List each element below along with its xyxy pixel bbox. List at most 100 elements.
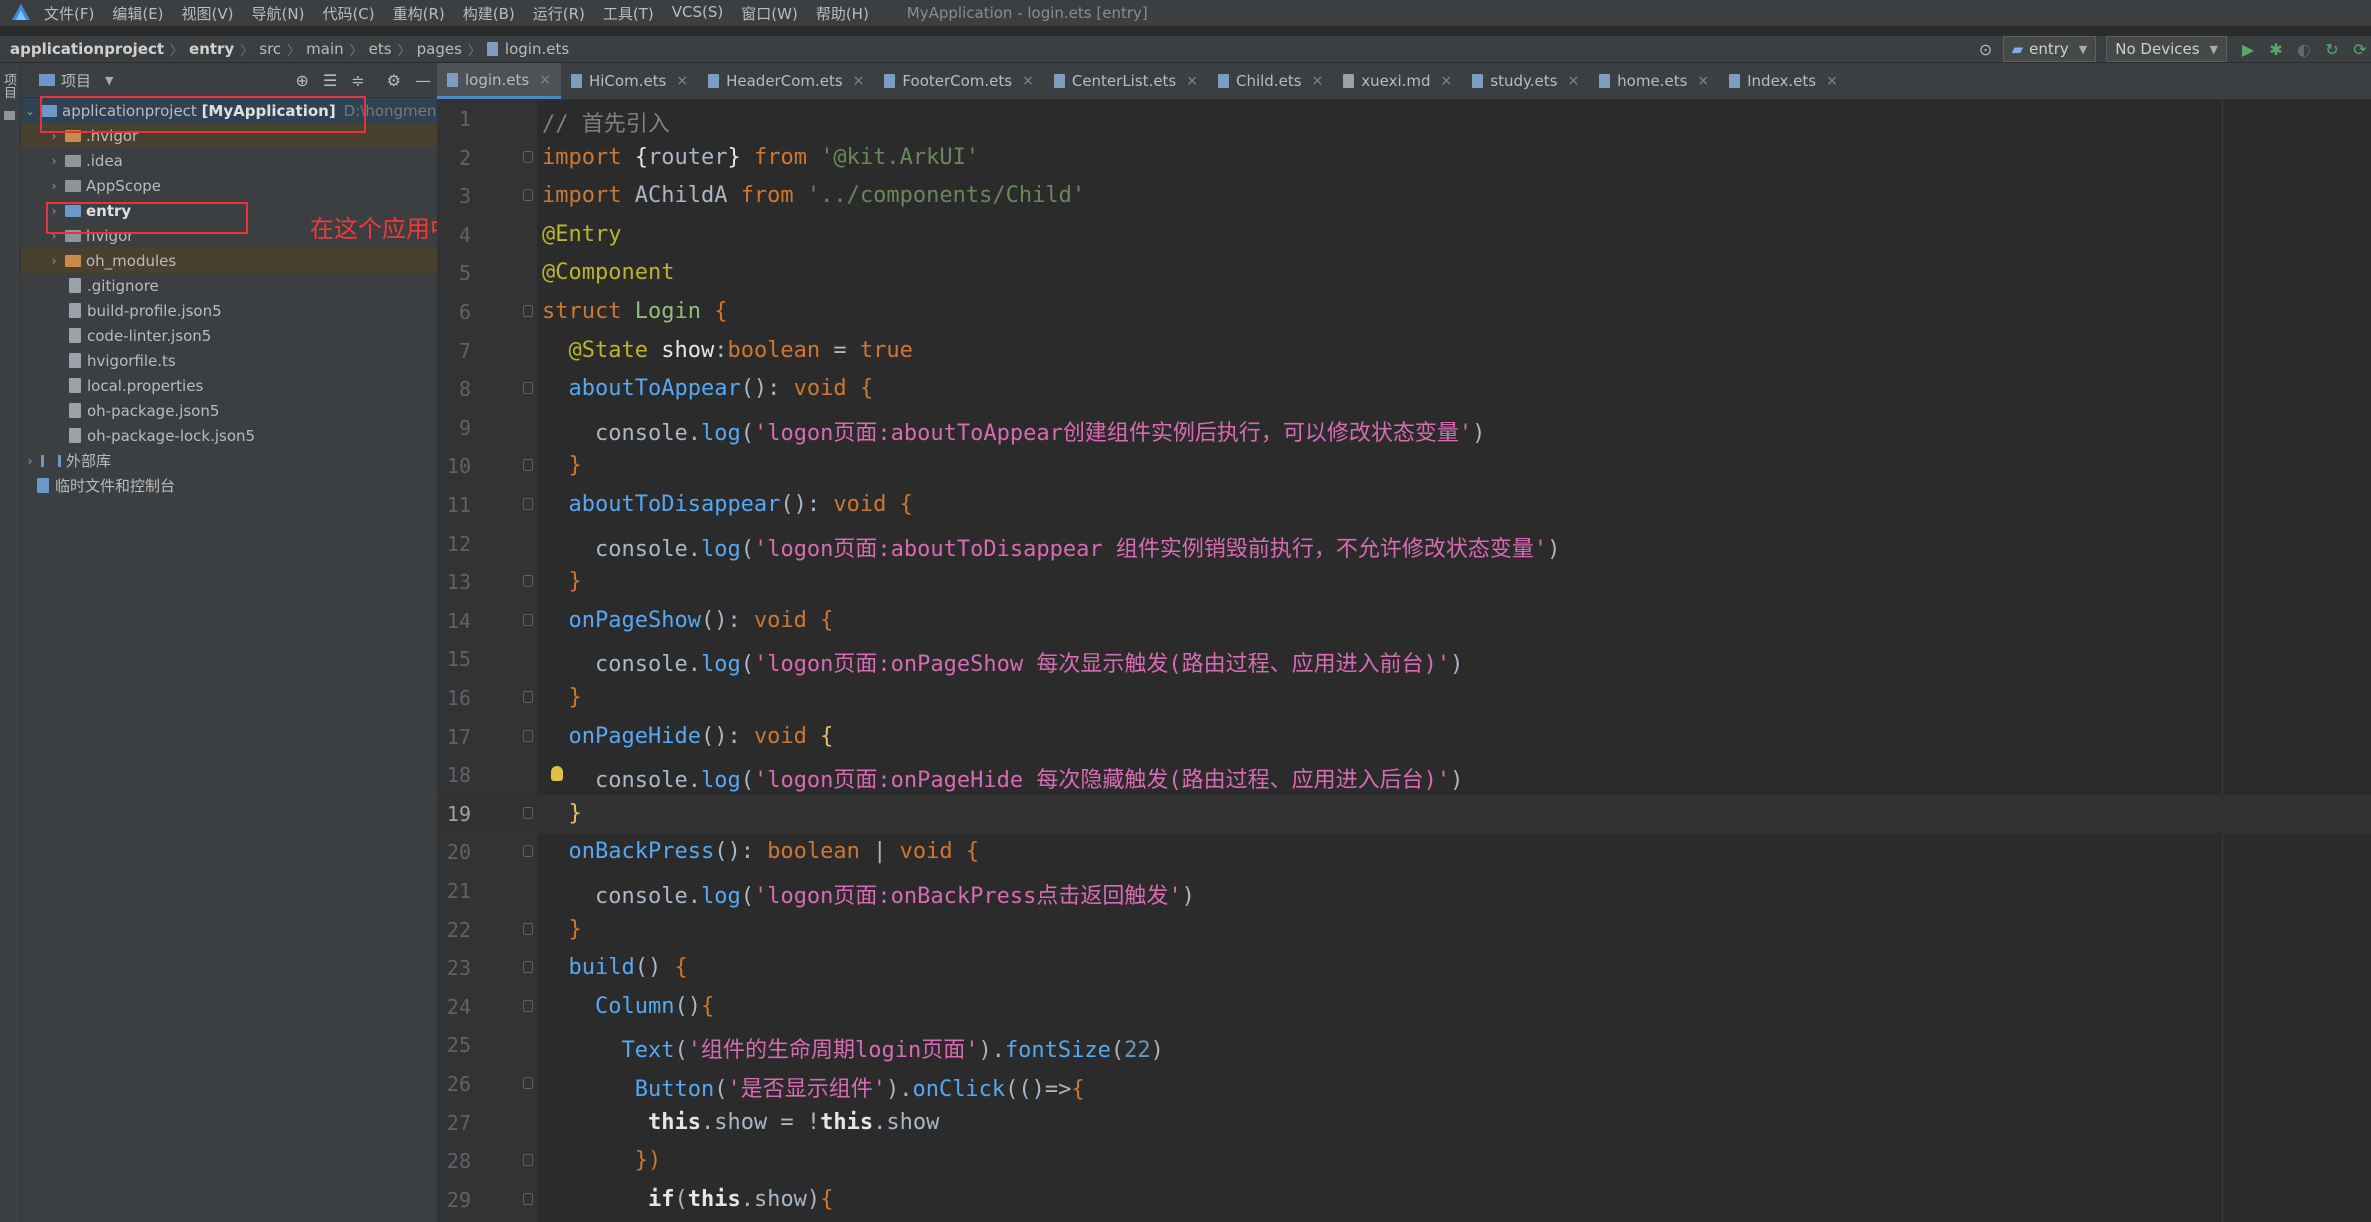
menu-item[interactable]: VCS(S) — [672, 3, 723, 24]
code-line[interactable]: 3 import AChildA from '../components/Chil… — [437, 177, 2371, 216]
tree-item[interactable]: .gitignore — [21, 273, 437, 298]
fold-marker-icon[interactable] — [523, 613, 533, 626]
chevron-down-icon[interactable]: ⌄ — [23, 104, 37, 118]
menu-item[interactable]: 帮助(H) — [816, 3, 869, 24]
fold-marker-icon[interactable] — [523, 806, 533, 819]
project-tool-window-button[interactable]: 项目 — [1, 73, 18, 99]
fold-marker-icon[interactable] — [523, 922, 533, 935]
editor-tab[interactable]: CenterList.ets × — [1044, 63, 1208, 99]
collapse-all-icon[interactable]: ≑ — [351, 71, 364, 90]
code-line[interactable]: 8 aboutToAppear(): void { — [437, 370, 2371, 409]
chevron-right-icon[interactable]: › — [47, 254, 61, 268]
breadcrumb-item[interactable]: ets — [369, 40, 392, 58]
breadcrumb-item[interactable]: src — [259, 40, 281, 58]
gear-icon[interactable]: ⚙ — [387, 71, 401, 90]
code-line[interactable]: 9 console.log('logon页面:aboutToAppear创建组件… — [437, 409, 2371, 448]
profile-icon[interactable]: ◐ — [2293, 38, 2315, 60]
fold-marker-icon[interactable] — [523, 961, 533, 974]
tree-item[interactable]: code-linter.json5 — [21, 323, 437, 348]
fold-marker-icon[interactable] — [523, 845, 533, 858]
menu-item[interactable]: 运行(R) — [533, 3, 585, 24]
tree-item[interactable]: hvigorfile.ts — [21, 348, 437, 373]
editor-tab[interactable]: Index.ets × — [1719, 63, 1848, 99]
reload-icon[interactable]: ↻ — [2321, 38, 2343, 60]
close-icon[interactable]: × — [1312, 73, 1324, 89]
menu-item[interactable]: 文件(F) — [44, 3, 94, 24]
code-line[interactable]: 11 aboutToDisappear(): void { — [437, 486, 2371, 525]
fold-marker-icon[interactable] — [523, 459, 533, 472]
tree-item-external-libraries[interactable]: › 外部库 — [21, 448, 437, 473]
editor-tab[interactable]: FooterCom.ets × — [874, 63, 1043, 99]
code-line[interactable]: 15 console.log('logon页面:onPageShow 每次显示触… — [437, 640, 2371, 679]
editor-tab[interactable]: login.ets × — [437, 63, 561, 99]
menu-item[interactable]: 编辑(E) — [112, 3, 163, 24]
code-line[interactable]: 10 } — [437, 447, 2371, 486]
close-icon[interactable]: × — [1022, 73, 1034, 89]
fold-marker-icon[interactable] — [523, 999, 533, 1012]
close-icon[interactable]: × — [853, 73, 865, 89]
debug-icon[interactable]: ✱ — [2265, 38, 2287, 60]
minimize-icon[interactable]: — — [415, 71, 431, 90]
close-icon[interactable]: × — [1441, 73, 1453, 89]
fold-marker-icon[interactable] — [523, 498, 533, 510]
fold-marker-icon[interactable] — [523, 729, 533, 742]
fold-marker-icon[interactable] — [523, 691, 533, 703]
menu-item[interactable]: 构建(B) — [463, 3, 515, 24]
code-line[interactable]: 14 onPageShow(): void { — [437, 602, 2371, 641]
code-line[interactable]: 29 if(this.show){ — [437, 1181, 2371, 1220]
target-icon[interactable]: ⊙ — [1975, 38, 1997, 60]
close-icon[interactable]: × — [539, 72, 551, 88]
code-line[interactable]: 16 } — [437, 679, 2371, 718]
run-icon[interactable]: ▶ — [2237, 38, 2259, 60]
code-line[interactable]: 21 console.log('logon页面:onBackPress点击返回触… — [437, 872, 2371, 911]
chevron-right-icon[interactable]: › — [23, 454, 37, 468]
close-icon[interactable]: × — [676, 73, 688, 89]
code-line[interactable]: 19 } — [437, 794, 2371, 834]
code-line[interactable]: 17 onPageHide(): void { — [437, 718, 2371, 757]
tree-item[interactable]: oh-package.json5 — [21, 398, 437, 423]
editor-tab[interactable]: home.ets × — [1589, 63, 1719, 99]
fold-marker-icon[interactable] — [523, 575, 533, 588]
code-line[interactable]: 22 } — [437, 911, 2371, 950]
editor-tab[interactable]: HiCom.ets × — [561, 63, 698, 99]
tree-item[interactable]: build-profile.json5 — [21, 298, 437, 323]
code-line[interactable]: 5 @Component — [437, 254, 2371, 293]
code-line[interactable]: 27 this.show = !this.show — [437, 1104, 2371, 1143]
apply-changes-icon[interactable]: ⟳ — [2349, 38, 2371, 60]
editor-tab[interactable]: HeaderCom.ets × — [698, 63, 874, 99]
code-line[interactable]: 23 build() { — [437, 949, 2371, 988]
fold-marker-icon[interactable] — [523, 305, 533, 317]
run-config-select[interactable]: ▰ entry ▼ — [2002, 36, 2097, 62]
code-line[interactable]: 20 onBackPress(): boolean | void { — [437, 833, 2371, 872]
code-line[interactable]: 4 @Entry — [437, 216, 2371, 255]
close-icon[interactable]: × — [1186, 73, 1198, 89]
code-line[interactable]: 6 struct Login { — [437, 293, 2371, 332]
code-line[interactable]: 13 } — [437, 563, 2371, 602]
tree-item[interactable]: › .idea — [21, 148, 437, 173]
menu-item[interactable]: 重构(R) — [393, 3, 445, 24]
fold-marker-icon[interactable] — [523, 382, 533, 395]
locate-icon[interactable]: ⊕ — [296, 71, 309, 90]
breadcrumb-item[interactable]: applicationproject — [10, 40, 164, 58]
fold-marker-icon[interactable] — [523, 1192, 533, 1205]
close-icon[interactable]: × — [1697, 73, 1709, 89]
fold-marker-icon[interactable] — [523, 189, 533, 202]
close-icon[interactable]: × — [1567, 73, 1579, 89]
menu-item[interactable]: 导航(N) — [252, 3, 305, 24]
tree-item[interactable]: oh-package-lock.json5 — [21, 423, 437, 448]
code-line[interactable]: 1 // 首先引入 — [437, 100, 2371, 139]
code-line[interactable]: 25 Text('组件的生命周期login页面').fontSize(22) — [437, 1026, 2371, 1065]
fold-marker-icon[interactable] — [523, 1077, 533, 1089]
menu-item[interactable]: 工具(T) — [603, 3, 654, 24]
breadcrumb-item[interactable]: pages — [417, 40, 462, 58]
chevron-down-icon[interactable]: ▼ — [105, 74, 113, 87]
fold-marker-icon[interactable] — [523, 150, 533, 163]
code-line[interactable]: 2 import {router} from '@kit.ArkUI' — [437, 139, 2371, 178]
device-select[interactable]: No Devices ▼ — [2106, 36, 2227, 62]
code-line[interactable]: 7 @State show:boolean = true — [437, 332, 2371, 371]
chevron-right-icon[interactable]: › — [47, 154, 61, 168]
code-line[interactable]: 12 console.log('logon页面:aboutToDisappear… — [437, 525, 2371, 564]
breadcrumb-item[interactable]: entry — [189, 40, 234, 58]
tree-item[interactable]: › AppScope — [21, 173, 437, 198]
code-line[interactable]: 18 console.log('logon页面:onPageHide 每次隐藏触… — [437, 756, 2371, 795]
